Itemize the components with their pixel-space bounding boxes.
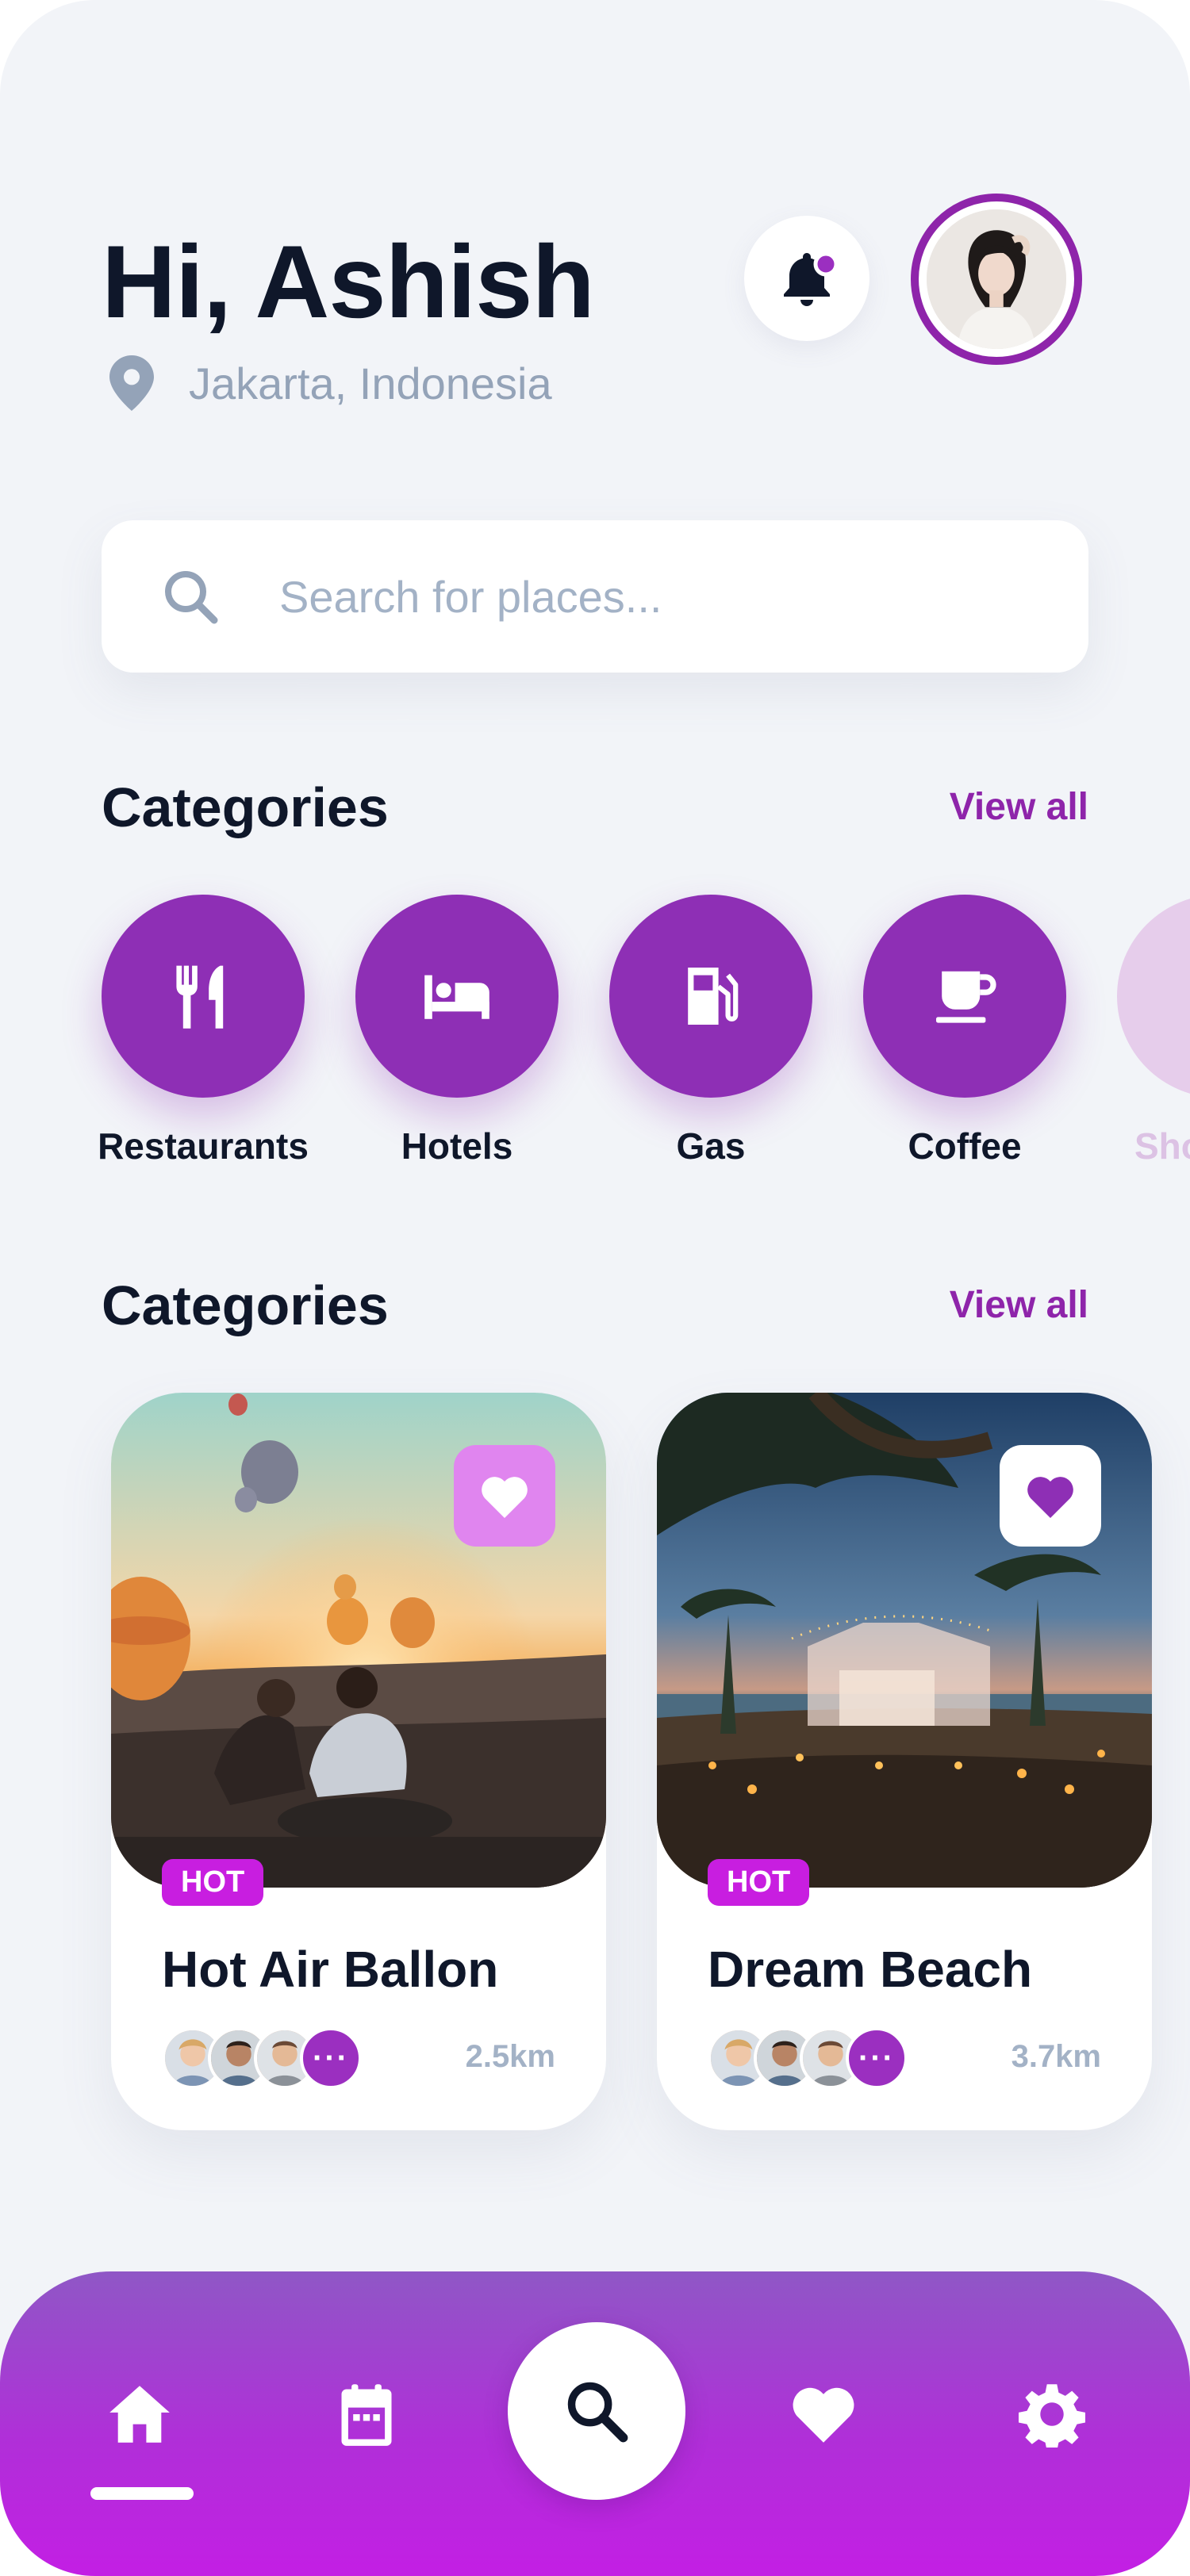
visitor-avatars: ··· <box>708 2027 914 2089</box>
place-card-hot-air-balloon[interactable]: HOT Hot Air Ballon ··· 2.5km <box>111 1393 606 2130</box>
search-bar[interactable] <box>102 520 1088 673</box>
coffee-cup-icon <box>936 971 996 1023</box>
visitor-avatars: ··· <box>162 2027 368 2089</box>
avatar <box>927 209 1066 349</box>
categories-view-all-link[interactable]: View all <box>950 785 1088 829</box>
hot-badge: HOT <box>708 1859 810 1906</box>
active-indicator <box>90 2487 194 2500</box>
bed-icon <box>424 975 489 1019</box>
search-icon <box>567 2382 628 2443</box>
nav-settings[interactable] <box>1012 2375 1092 2454</box>
heart-icon <box>1027 1477 1073 1518</box>
favorite-button[interactable] <box>1000 1445 1101 1547</box>
category-hotels[interactable]: Hotels <box>355 895 559 1167</box>
heart-icon <box>793 2387 854 2443</box>
distance-text: 3.7km <box>1011 2039 1101 2074</box>
places-view-all-link[interactable]: View all <box>950 1283 1088 1327</box>
nav-home[interactable] <box>100 2375 179 2454</box>
nav-search-button[interactable] <box>508 2322 685 2500</box>
notifications-button[interactable] <box>744 216 869 341</box>
location-row: Jakarta, Indonesia <box>109 355 552 411</box>
fork-knife-icon <box>176 965 224 1029</box>
greeting-title: Hi, Ashish <box>102 224 595 339</box>
gas-pump-icon <box>688 968 739 1025</box>
favorite-button[interactable] <box>454 1445 555 1547</box>
category-gas[interactable]: Gas <box>609 895 812 1167</box>
place-card-dream-beach[interactable]: HOT Dream Beach ··· 3.7km <box>657 1393 1152 2130</box>
more-visitors-badge: ··· <box>846 2027 908 2089</box>
more-visitors-badge: ··· <box>300 2027 362 2089</box>
place-title: Dream Beach <box>708 1941 1033 1998</box>
category-coffee[interactable]: Coffee <box>863 895 1066 1167</box>
categories-title: Categories <box>102 776 389 838</box>
search-icon <box>165 571 218 624</box>
places-section-title: Categories <box>102 1275 389 1336</box>
settings-icon <box>1019 2384 1085 2448</box>
nav-calendar[interactable] <box>327 2375 406 2454</box>
home-icon <box>109 2386 170 2443</box>
profile-avatar-button[interactable] <box>911 194 1082 365</box>
bottom-navigation <box>0 2271 1190 2576</box>
category-restaurants[interactable]: Restaurants <box>98 895 309 1167</box>
category-label: Shopping <box>1134 1125 1190 1167</box>
category-shopping[interactable]: Shopping <box>1117 895 1190 1167</box>
distance-text: 2.5km <box>465 2039 555 2074</box>
location-text: Jakarta, Indonesia <box>189 358 552 408</box>
nav-favorites[interactable] <box>784 2375 863 2454</box>
search-input[interactable] <box>279 570 993 623</box>
bell-icon <box>784 251 839 306</box>
map-pin-icon <box>109 355 154 411</box>
hot-badge: HOT <box>162 1859 264 1906</box>
app-screen: Hi, Ashish Jakarta, Indonesia Search for… <box>0 0 1190 2576</box>
place-title: Hot Air Ballon <box>162 1941 499 1998</box>
calendar-icon <box>341 2384 392 2446</box>
shopping-icon <box>1180 958 1190 1034</box>
heart-icon <box>482 1477 528 1518</box>
